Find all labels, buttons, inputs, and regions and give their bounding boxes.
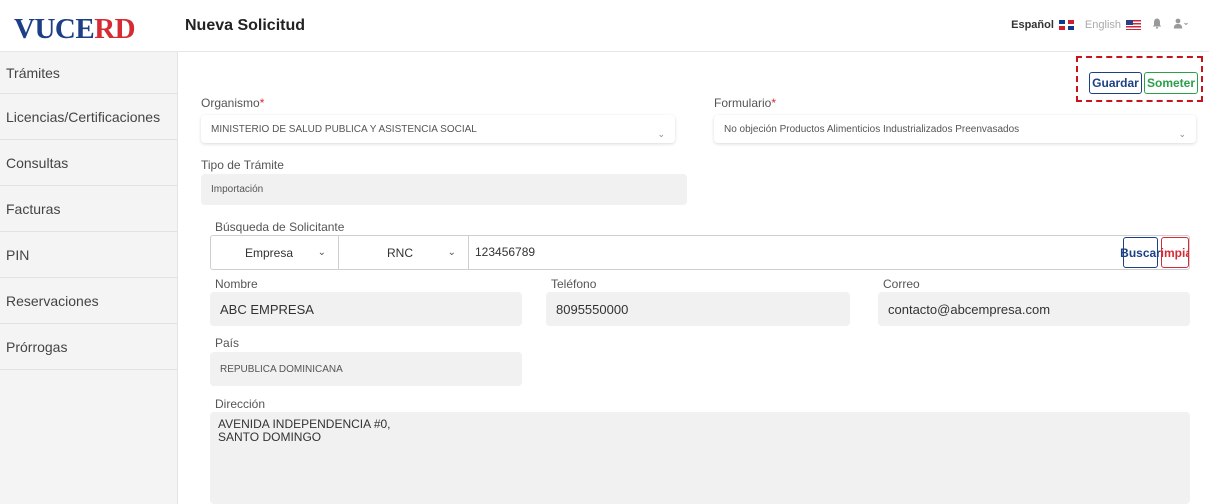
language-english[interactable]: English bbox=[1085, 19, 1121, 31]
formulario-select[interactable]: No objeción Productos Alimenticios Indus… bbox=[714, 115, 1196, 143]
applicant-type-select[interactable]: Empresa ⌄ bbox=[211, 236, 339, 269]
sidebar-item-tramites[interactable]: Trámites bbox=[0, 52, 177, 94]
bell-icon[interactable] bbox=[1152, 18, 1162, 32]
direccion-textarea: AVENIDA INDEPENDENCIA #0, SANTO DOMINGO bbox=[210, 412, 1190, 504]
tipo-tramite-field: Importación bbox=[201, 174, 687, 205]
sidebar-item-prorrogas[interactable]: Prórrogas bbox=[0, 324, 177, 370]
page-title: Nueva Solicitud bbox=[185, 17, 306, 34]
organismo-label: Organismo* bbox=[201, 96, 265, 110]
busqueda-label: Búsqueda de Solicitante bbox=[215, 220, 345, 234]
telefono-label: Teléfono bbox=[551, 277, 597, 291]
chevron-down-icon: ⌄ bbox=[1178, 129, 1186, 139]
language-spanish[interactable]: Español bbox=[1011, 19, 1054, 31]
correo-label: Correo bbox=[883, 277, 920, 291]
sidebar: Trámites Licencias/Certificaciones Consu… bbox=[0, 52, 178, 504]
direccion-label: Dirección bbox=[215, 397, 266, 411]
chevron-down-icon: ⌄ bbox=[657, 129, 665, 139]
chevron-down-icon: ⌄ bbox=[317, 247, 326, 258]
sidebar-item-facturas[interactable]: Facturas bbox=[0, 186, 177, 232]
search-button[interactable]: Buscar bbox=[1120, 237, 1161, 268]
save-button[interactable]: Guardar bbox=[1089, 72, 1142, 94]
chevron-down-icon: ⌄ bbox=[447, 247, 456, 258]
sidebar-item-consultas[interactable]: Consultas bbox=[0, 140, 177, 186]
header-controls: Español English bbox=[1011, 18, 1189, 32]
pais-label: País bbox=[215, 336, 240, 350]
applicant-search-bar: Empresa ⌄ RNC ⌄ 123456789 Buscar Limpiar bbox=[210, 235, 1190, 270]
us-flag-icon[interactable] bbox=[1126, 20, 1141, 30]
telefono-field: 8095550000 bbox=[546, 292, 850, 326]
sidebar-item-pin[interactable]: PIN bbox=[0, 232, 177, 278]
app-logo[interactable]: VUCERD bbox=[14, 13, 136, 45]
correo-field: contacto@abcempresa.com bbox=[878, 292, 1190, 326]
nombre-field: ABC EMPRESA bbox=[210, 292, 522, 326]
formulario-label: Formulario* bbox=[714, 96, 777, 110]
submit-button[interactable]: Someter bbox=[1144, 72, 1198, 94]
dominican-flag-icon[interactable] bbox=[1058, 20, 1074, 30]
document-type-select[interactable]: RNC ⌄ bbox=[339, 236, 469, 269]
nombre-label: Nombre bbox=[215, 277, 258, 291]
sidebar-item-licencias[interactable]: Licencias/Certificaciones bbox=[0, 94, 177, 140]
tipo-tramite-label: Tipo de Trámite bbox=[201, 158, 284, 172]
main-content: Guardar Someter Organismo* MINISTERIO DE… bbox=[178, 52, 1209, 504]
organismo-select[interactable]: MINISTERIO DE SALUD PUBLICA Y ASISTENCIA… bbox=[201, 115, 675, 143]
document-number-input[interactable]: 123456789 bbox=[475, 245, 535, 259]
pais-field: REPUBLICA DOMINICANA bbox=[210, 352, 522, 386]
top-header: VUCERD Nueva Solicitud Español English bbox=[0, 0, 1209, 52]
user-menu-icon[interactable] bbox=[1173, 18, 1189, 32]
clear-button[interactable]: Limpiar bbox=[1161, 237, 1189, 268]
sidebar-item-reservaciones[interactable]: Reservaciones bbox=[0, 278, 177, 324]
